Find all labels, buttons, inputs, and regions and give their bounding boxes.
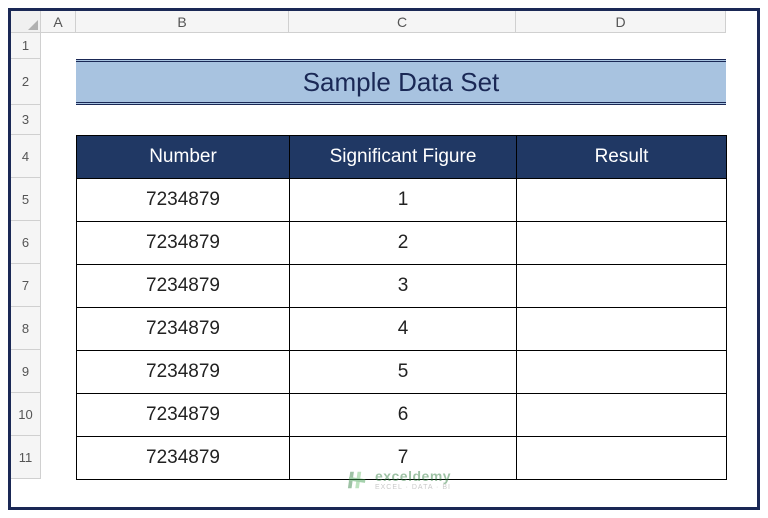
row-header-2[interactable]: 2 — [11, 59, 41, 105]
row-header-3[interactable]: 3 — [11, 105, 41, 135]
row-header-10[interactable]: 10 — [11, 393, 41, 436]
grid-area: Sample Data Set Number Significant Figur… — [41, 33, 757, 507]
table-row: 72348791 — [77, 179, 727, 222]
cell[interactable]: 7234879 — [77, 351, 290, 394]
row-header-5[interactable]: 5 — [11, 178, 41, 221]
sheet-title: Sample Data Set — [303, 67, 500, 98]
row-headers-column: 1234567891011 — [11, 33, 41, 479]
cell[interactable]: 2 — [290, 222, 517, 265]
watermark-sub: EXCEL · DATA · BI — [375, 484, 451, 491]
column-header-c[interactable]: C — [289, 11, 516, 33]
select-all-corner[interactable] — [11, 11, 41, 33]
column-header-a[interactable]: A — [41, 11, 76, 33]
cell[interactable] — [517, 351, 727, 394]
cell[interactable] — [517, 179, 727, 222]
row-header-6[interactable]: 6 — [11, 221, 41, 264]
watermark-logo-icon — [347, 469, 369, 491]
cell[interactable]: 6 — [290, 394, 517, 437]
cell[interactable]: 7234879 — [77, 437, 290, 480]
table-row: 72348794 — [77, 308, 727, 351]
cell[interactable]: 7234879 — [77, 394, 290, 437]
table-row: 72348792 — [77, 222, 727, 265]
column-header-b[interactable]: B — [76, 11, 289, 33]
cell[interactable]: 7234879 — [77, 308, 290, 351]
watermark: exceldemy EXCEL · DATA · BI — [347, 468, 451, 491]
row-header-11[interactable]: 11 — [11, 436, 41, 479]
table-row: 72348796 — [77, 394, 727, 437]
table-row: 72348793 — [77, 265, 727, 308]
data-table: Number Significant Figure Result 7234879… — [76, 135, 727, 480]
column-header-d[interactable]: D — [516, 11, 726, 33]
watermark-main: exceldemy — [375, 468, 451, 484]
cell[interactable]: 4 — [290, 308, 517, 351]
row-header-9[interactable]: 9 — [11, 350, 41, 393]
cell[interactable]: 7234879 — [77, 265, 290, 308]
cell[interactable]: 1 — [290, 179, 517, 222]
cell[interactable] — [517, 265, 727, 308]
row-header-7[interactable]: 7 — [11, 264, 41, 307]
row-header-8[interactable]: 8 — [11, 307, 41, 350]
table-header-row: Number Significant Figure Result — [77, 136, 727, 179]
col-header-number[interactable]: Number — [77, 136, 290, 179]
column-headers-row: ABCD — [41, 11, 757, 33]
cell[interactable]: 5 — [290, 351, 517, 394]
cell[interactable]: 7234879 — [77, 222, 290, 265]
row-header-1[interactable]: 1 — [11, 33, 41, 59]
cell[interactable] — [517, 394, 727, 437]
spreadsheet-window: ABCD 1234567891011 Sample Data Set Numbe… — [8, 8, 760, 510]
col-header-result[interactable]: Result — [517, 136, 727, 179]
row-header-4[interactable]: 4 — [11, 135, 41, 178]
cell[interactable] — [517, 308, 727, 351]
cell[interactable]: 7234879 — [77, 179, 290, 222]
table-row: 72348795 — [77, 351, 727, 394]
cell[interactable] — [517, 437, 727, 480]
cell[interactable] — [517, 222, 727, 265]
title-band: Sample Data Set — [76, 59, 726, 105]
watermark-text: exceldemy EXCEL · DATA · BI — [375, 468, 451, 491]
col-header-sigfig[interactable]: Significant Figure — [290, 136, 517, 179]
cell[interactable]: 3 — [290, 265, 517, 308]
